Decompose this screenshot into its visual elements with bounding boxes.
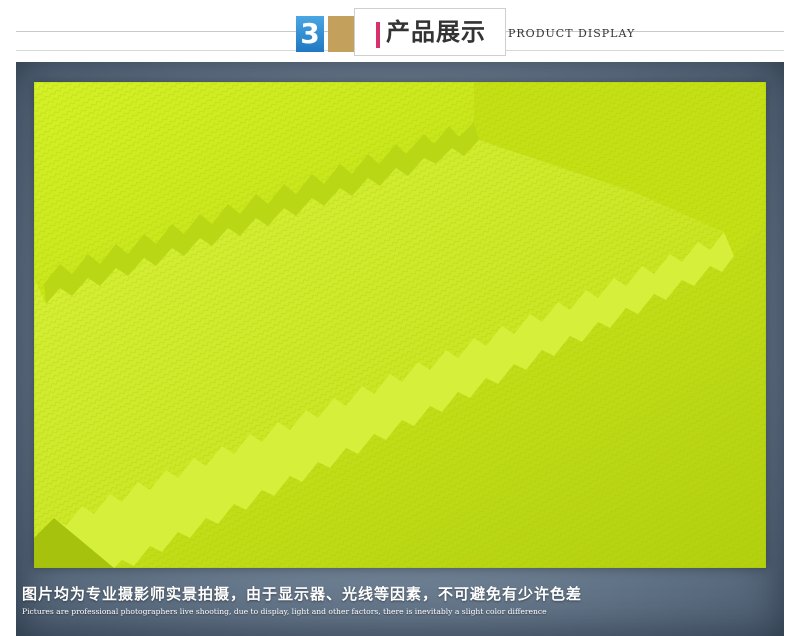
fabric-swatch-image [34,82,766,568]
section-header: 3 产品展示 PRODUCT DISPLAY [0,0,800,62]
product-photo [34,82,766,568]
disclaimer-en: Pictures are professional photographers … [22,607,547,616]
disclaimer-cn: 图片均为专业摄影师实景拍摄，由于显示器、光线等因素，不可避免有少许色差 [22,585,583,603]
section-number-badge: 3 [296,16,324,52]
accent-bar [376,22,380,48]
section-title-en: PRODUCT DISPLAY [508,27,636,40]
section-title-block: 3 产品展示 PRODUCT DISPLAY [292,8,672,56]
section-title-cn: 产品展示 [386,17,486,46]
